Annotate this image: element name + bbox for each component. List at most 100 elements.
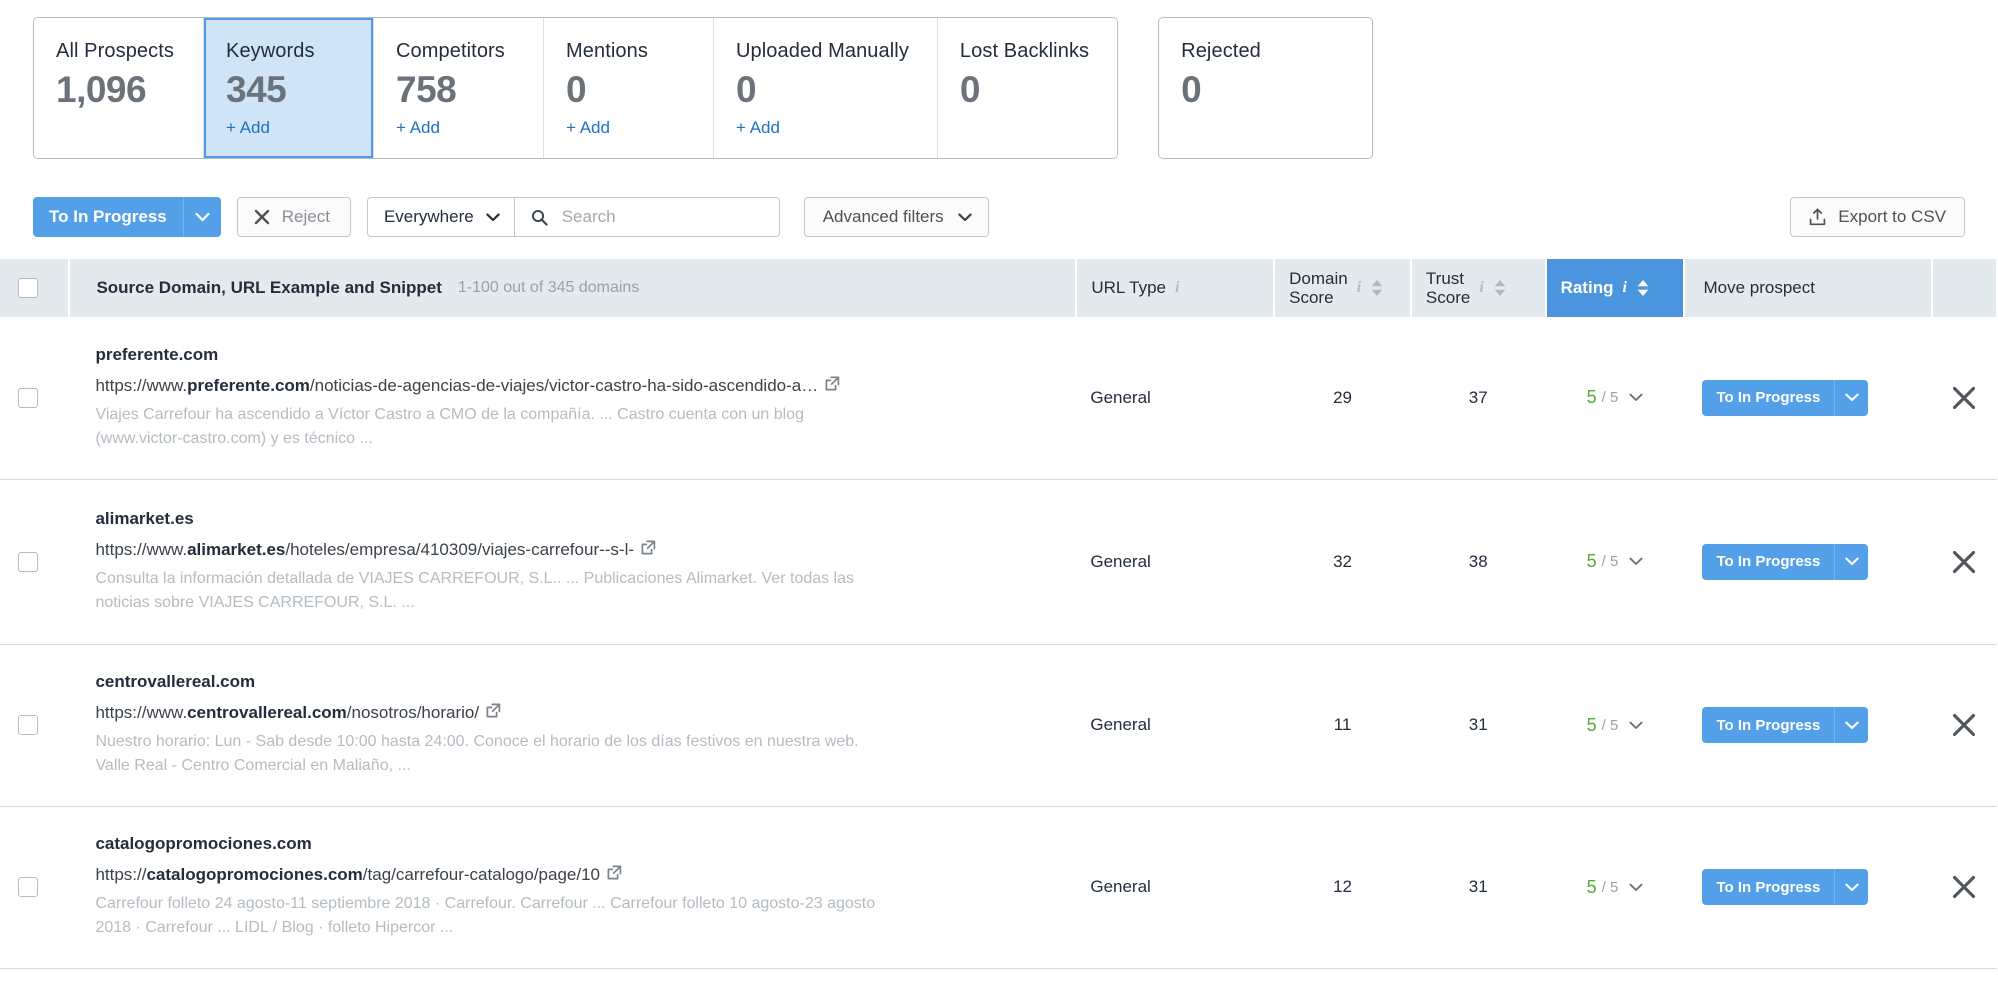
tab-rejected[interactable]: Rejected 0 xyxy=(1158,17,1374,159)
chevron-down-icon[interactable] xyxy=(1629,393,1643,402)
row-to-in-progress-label: To In Progress xyxy=(1716,553,1821,570)
row-to-in-progress-button[interactable]: To In Progress xyxy=(1702,543,1869,580)
scope-select[interactable]: Everywhere xyxy=(368,198,515,236)
info-icon[interactable]: i xyxy=(1175,279,1179,297)
row-to-in-progress-button[interactable]: To In Progress xyxy=(1702,707,1869,743)
row-checkbox[interactable] xyxy=(18,551,38,572)
table-row: catalogopromociones.com https://catalogop… xyxy=(0,806,1997,969)
chevron-down-icon[interactable] xyxy=(182,197,221,237)
tab-add-link[interactable]: + Add xyxy=(736,118,780,138)
source-domain[interactable]: centrovallereal.com xyxy=(95,672,1066,692)
rating-cell: 5/ 5 xyxy=(1545,644,1685,807)
rating-cell: 5/ 5 xyxy=(1545,479,1685,645)
reject-button[interactable]: Reject xyxy=(236,197,351,237)
source-cell: alimarket.es https://www.alimarket.es/hot… xyxy=(69,479,1077,645)
search-icon xyxy=(531,209,548,226)
chevron-down-icon[interactable] xyxy=(1834,869,1868,905)
tab-add-link[interactable]: + Add xyxy=(226,118,270,138)
row-checkbox[interactable] xyxy=(18,715,38,735)
url-domain: preferente.com xyxy=(187,375,310,395)
chevron-down-icon[interactable] xyxy=(1629,883,1643,892)
source-url[interactable]: https://www.alimarket.es/hoteles/empresa… xyxy=(95,540,1066,560)
row-select-cell xyxy=(0,644,70,807)
trust-score-value: 31 xyxy=(1468,877,1488,896)
row-checkbox[interactable] xyxy=(18,387,38,408)
url-path: /hoteles/empresa/410309/viajes-carrefour… xyxy=(285,539,635,559)
advanced-filters-label: Advanced filters xyxy=(822,207,944,226)
external-link-icon[interactable] xyxy=(607,865,622,880)
chevron-down-icon[interactable] xyxy=(1629,557,1643,566)
tab-all-prospects[interactable]: All Prospects 1,096 xyxy=(34,18,204,158)
tab-label: Mentions xyxy=(566,40,648,62)
tab-add-link[interactable]: + Add xyxy=(396,118,440,138)
trust-score-value: 31 xyxy=(1468,715,1488,734)
rating-value: 5 xyxy=(1586,551,1597,571)
chevron-down-icon[interactable] xyxy=(1834,543,1868,580)
tab-uploaded-manually[interactable]: Uploaded Manually 0 + Add xyxy=(714,18,938,158)
external-link-icon[interactable] xyxy=(825,376,840,391)
close-icon xyxy=(254,209,270,225)
info-icon[interactable]: i xyxy=(1357,279,1361,297)
advanced-filters-button[interactable]: Advanced filters xyxy=(803,197,989,237)
url-domain: catalogopromociones.com xyxy=(146,865,363,884)
tab-count: 345 xyxy=(226,69,287,110)
row-to-in-progress-label: To In Progress xyxy=(1716,878,1821,896)
prospects-table: Source Domain, URL Example and Snippet 1… xyxy=(0,259,1998,969)
tab-add-link[interactable]: + Add xyxy=(566,118,610,138)
source-url[interactable]: https://www.centrovallereal.com/nosotros… xyxy=(95,703,1066,723)
url-prefix: https://www. xyxy=(95,375,188,395)
trust-score-column-header[interactable]: Trust Score i xyxy=(1410,259,1547,317)
tab-label: Competitors xyxy=(396,40,505,62)
tab-label: Lost Backlinks xyxy=(959,40,1090,62)
url-domain: centrovallereal.com xyxy=(187,703,347,722)
chevron-down-icon[interactable] xyxy=(1834,379,1868,416)
external-link-icon[interactable] xyxy=(641,540,656,555)
domain-score-value: 29 xyxy=(1333,387,1352,407)
bulk-to-in-progress-button[interactable]: To In Progress xyxy=(33,197,221,237)
tab-mentions[interactable]: Mentions 0 + Add xyxy=(544,18,714,158)
info-icon[interactable]: i xyxy=(1479,279,1483,297)
info-icon[interactable]: i xyxy=(1622,279,1626,297)
row-to-in-progress-button[interactable]: To In Progress xyxy=(1702,379,1869,416)
tab-lost-backlinks[interactable]: Lost Backlinks 0 xyxy=(937,18,1118,158)
prospect-type-tabs: All Prospects 1,096 Keywords 345 + Add Compet… xyxy=(0,0,1998,159)
tab-competitors[interactable]: Competitors 758 + Add xyxy=(374,18,544,158)
source-domain[interactable]: alimarket.es xyxy=(95,509,1066,529)
export-label: Export to CSV xyxy=(1838,207,1946,226)
sort-icon-active[interactable] xyxy=(1636,279,1650,297)
remove-prospect-button[interactable] xyxy=(1932,385,1997,411)
upload-icon xyxy=(1809,208,1826,226)
remove-cell xyxy=(1931,806,1997,969)
domain-score-column-header[interactable]: Domain Score i xyxy=(1274,259,1412,317)
url-type-column-header[interactable]: URL Type i xyxy=(1076,259,1276,317)
source-domain[interactable]: preferente.com xyxy=(95,345,1066,365)
tab-keywords[interactable]: Keywords 345 + Add xyxy=(204,18,374,158)
url-path: /nosotros/horario/ xyxy=(346,703,480,722)
source-domain[interactable]: catalogopromociones.com xyxy=(95,834,1066,854)
external-link-icon[interactable] xyxy=(486,703,501,718)
sort-icon[interactable] xyxy=(1370,279,1384,297)
select-all-checkbox[interactable] xyxy=(18,278,38,298)
source-column-count: 1-100 out of 345 domains xyxy=(457,279,640,296)
rating-column-header[interactable]: Rating i xyxy=(1545,259,1686,317)
source-url[interactable]: https://www.preferente.com/noticias-de-a… xyxy=(95,376,1066,396)
chevron-down-icon[interactable] xyxy=(1629,721,1643,730)
sort-icon[interactable] xyxy=(1493,279,1507,297)
search-box[interactable] xyxy=(515,198,779,236)
trust-score-label: Trust Score xyxy=(1425,268,1471,307)
rating-value: 5 xyxy=(1586,876,1597,897)
row-to-in-progress-button[interactable]: To In Progress xyxy=(1702,869,1869,905)
remove-prospect-button[interactable] xyxy=(1932,874,1997,900)
url-type-cell: General xyxy=(1076,644,1275,807)
remove-prospect-button[interactable] xyxy=(1932,712,1997,738)
export-to-csv-button[interactable]: Export to CSV xyxy=(1790,197,1965,237)
move-prospect-cell: To In Progress xyxy=(1684,644,1932,807)
remove-prospect-button[interactable] xyxy=(1932,549,1997,575)
row-checkbox[interactable] xyxy=(18,877,38,897)
scope-label: Everywhere xyxy=(383,207,474,226)
chevron-down-icon[interactable] xyxy=(1834,707,1868,743)
source-url[interactable]: https://catalogopromociones.com/tag/carr… xyxy=(95,865,1066,885)
search-input[interactable] xyxy=(559,206,763,228)
move-prospect-label: Move prospect xyxy=(1703,278,1815,297)
rating-value: 5 xyxy=(1586,387,1597,408)
